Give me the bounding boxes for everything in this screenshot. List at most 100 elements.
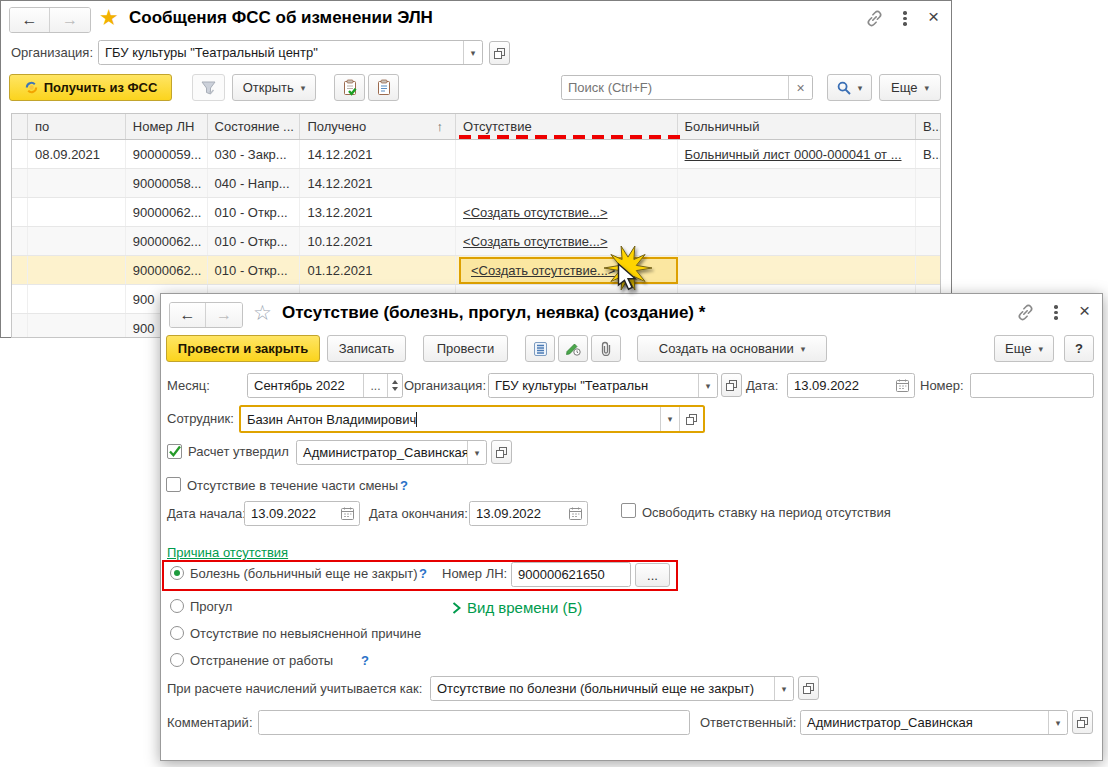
organization-combobox[interactable]: ГБУ культуры "Театральн [488,373,718,398]
close-icon[interactable]: × [928,7,939,26]
more-menu-icon[interactable] [1054,305,1058,320]
table-row[interactable]: 90000062... 010 - Откр... 10.12.2021 <Со… [12,227,940,256]
reason-illness-label[interactable]: Болезнь (больничный еще не закрыт) [190,566,418,581]
end-date-field[interactable]: 13.09.2022 [469,501,588,526]
edit-time-button[interactable] [558,335,588,362]
more-actions-button[interactable]: Еще [879,74,941,101]
forward-button[interactable]: → [50,8,90,32]
organization-combobox[interactable]: ГБУ культуры "Театральный центр" [98,40,483,65]
more-menu-icon[interactable] [903,11,907,26]
organization-open-button[interactable] [721,373,742,397]
reason-illness-radio[interactable] [170,566,184,580]
link-icon[interactable] [1016,303,1035,322]
time-kind-link[interactable]: Вид времени (Б) [467,599,582,616]
part-shift-help[interactable]: ? [400,478,408,493]
reason-suspension-radio[interactable] [170,653,184,667]
search-settings-button[interactable] [827,74,872,101]
dropdown-arrow-icon [801,344,806,354]
calc-open-button[interactable] [798,676,819,700]
open-button[interactable]: Открыть [232,74,316,101]
create-absence-link[interactable]: <Создать отсутствие...> [463,234,607,249]
reason-unknown-radio[interactable] [170,626,184,640]
clear-search-icon[interactable]: × [788,76,812,99]
close-icon[interactable]: × [1079,301,1090,320]
month-more-button[interactable]: ... [363,374,387,397]
part-shift-checkbox[interactable] [166,477,181,492]
reason-truancy-label[interactable]: Прогул [190,599,232,614]
create-based-on-button[interactable]: Создать на основании [637,335,827,362]
filter-button[interactable] [192,74,225,101]
nav-buttons: ← → [9,7,91,33]
calc-combobox[interactable]: Отсутствие по болезни (больничный еще не… [430,676,794,701]
responsible-combobox[interactable]: Администратор_Савинская [800,710,1068,735]
calendar-icon[interactable] [896,379,909,392]
comment-label: Комментарий: [167,715,253,730]
date-field[interactable]: 13.09.2022 [787,373,915,398]
post-button[interactable]: Провести [423,335,508,362]
ln-more-button[interactable]: ... [635,563,670,587]
header-sick-leave[interactable]: Больничный [678,114,916,139]
header-v[interactable]: В... [916,114,940,139]
more-actions-button[interactable]: Еще [994,335,1054,362]
start-date-field[interactable]: 13.09.2022 [244,501,360,526]
reason-group-header[interactable]: Причина отсутствия [167,545,288,560]
reason-truancy-radio[interactable] [170,599,184,613]
approved-label[interactable]: Расчет утвердил [188,444,289,459]
organization-label: Организация: [11,45,93,60]
favorite-star-icon[interactable]: ☆ [253,302,272,323]
reason-unknown-label[interactable]: Отсутствие по невыясненной причине [190,626,421,641]
get-from-fss-button[interactable]: Получить из ФСС [9,74,172,101]
calendar-icon[interactable] [569,507,582,520]
back-button[interactable]: ← [10,8,50,32]
reason-suspension-label[interactable]: Отстранение от работы [190,653,333,668]
employee-combobox[interactable]: Базин Антон Владимирович [239,405,705,433]
part-shift-label[interactable]: Отсутствие в течение части смены [187,478,398,493]
month-label: Месяц: [167,378,210,393]
organization-open-button[interactable] [489,41,510,65]
comment-field[interactable] [258,710,690,735]
forward-button[interactable]: → [206,303,242,327]
table-row[interactable]: 08.09.2021 90000059... 030 - Закр... 14.… [12,140,940,169]
month-spinner[interactable] [387,374,402,397]
header-state[interactable]: Состояние ... [208,114,301,139]
table-row[interactable]: 90000062... 010 - Откр... 13.12.2021 <Со… [12,198,940,227]
header-received[interactable]: Получено ↑ [300,114,456,139]
sick-leave-link[interactable]: Больничный лист 0000-000041 от ... [685,147,902,162]
create-absence-link[interactable]: <Создать отсутствие...> [463,205,607,220]
suspension-help[interactable]: ? [361,653,369,668]
approved-checkbox[interactable] [167,444,182,459]
table-row[interactable]: 90000058... 040 - Напр... 14.12.2021 [12,169,940,198]
release-rate-label[interactable]: Освободить ставку на период отсутствия [642,505,891,520]
dropdown-arrow-icon [467,441,486,464]
responsible-open-button[interactable] [1072,710,1093,734]
header-po[interactable]: по [28,114,126,139]
help-button[interactable]: ? [1064,335,1094,362]
back-button[interactable]: ← [170,303,206,327]
register-records-button[interactable] [525,335,555,362]
ln-number-field[interactable]: 900000621650 [511,562,631,587]
mouse-cursor [596,240,672,316]
dropdown-arrow-icon [858,83,863,93]
organization-label: Организация: [404,378,486,393]
calendar-icon[interactable] [341,507,354,520]
attachments-button[interactable] [591,335,621,362]
approved-by-open-button[interactable] [491,440,512,464]
link-icon[interactable] [865,9,884,28]
illness-help[interactable]: ? [419,566,427,581]
search-field[interactable]: × [561,75,813,100]
search-input[interactable] [562,80,788,95]
release-rate-checkbox[interactable] [621,503,636,518]
clipboard-list-icon [376,79,392,96]
number-field[interactable] [970,373,1094,398]
dropdown-arrow-icon [463,41,482,64]
funnel-icon [201,81,216,95]
clipboard-check-button[interactable] [334,74,365,101]
month-field[interactable]: Сентябрь 2022 ... [247,373,403,398]
write-button[interactable]: Записать [327,335,406,362]
post-and-close-button[interactable]: Провести и закрыть [166,335,320,362]
favorite-star-icon[interactable]: ★ [99,7,119,29]
employee-open-button[interactable] [679,407,703,431]
approved-by-combobox[interactable]: Администратор_Савинская [296,440,487,465]
header-nomer-ln[interactable]: Номер ЛН [126,114,208,139]
clipboard-list-button[interactable] [368,74,399,101]
